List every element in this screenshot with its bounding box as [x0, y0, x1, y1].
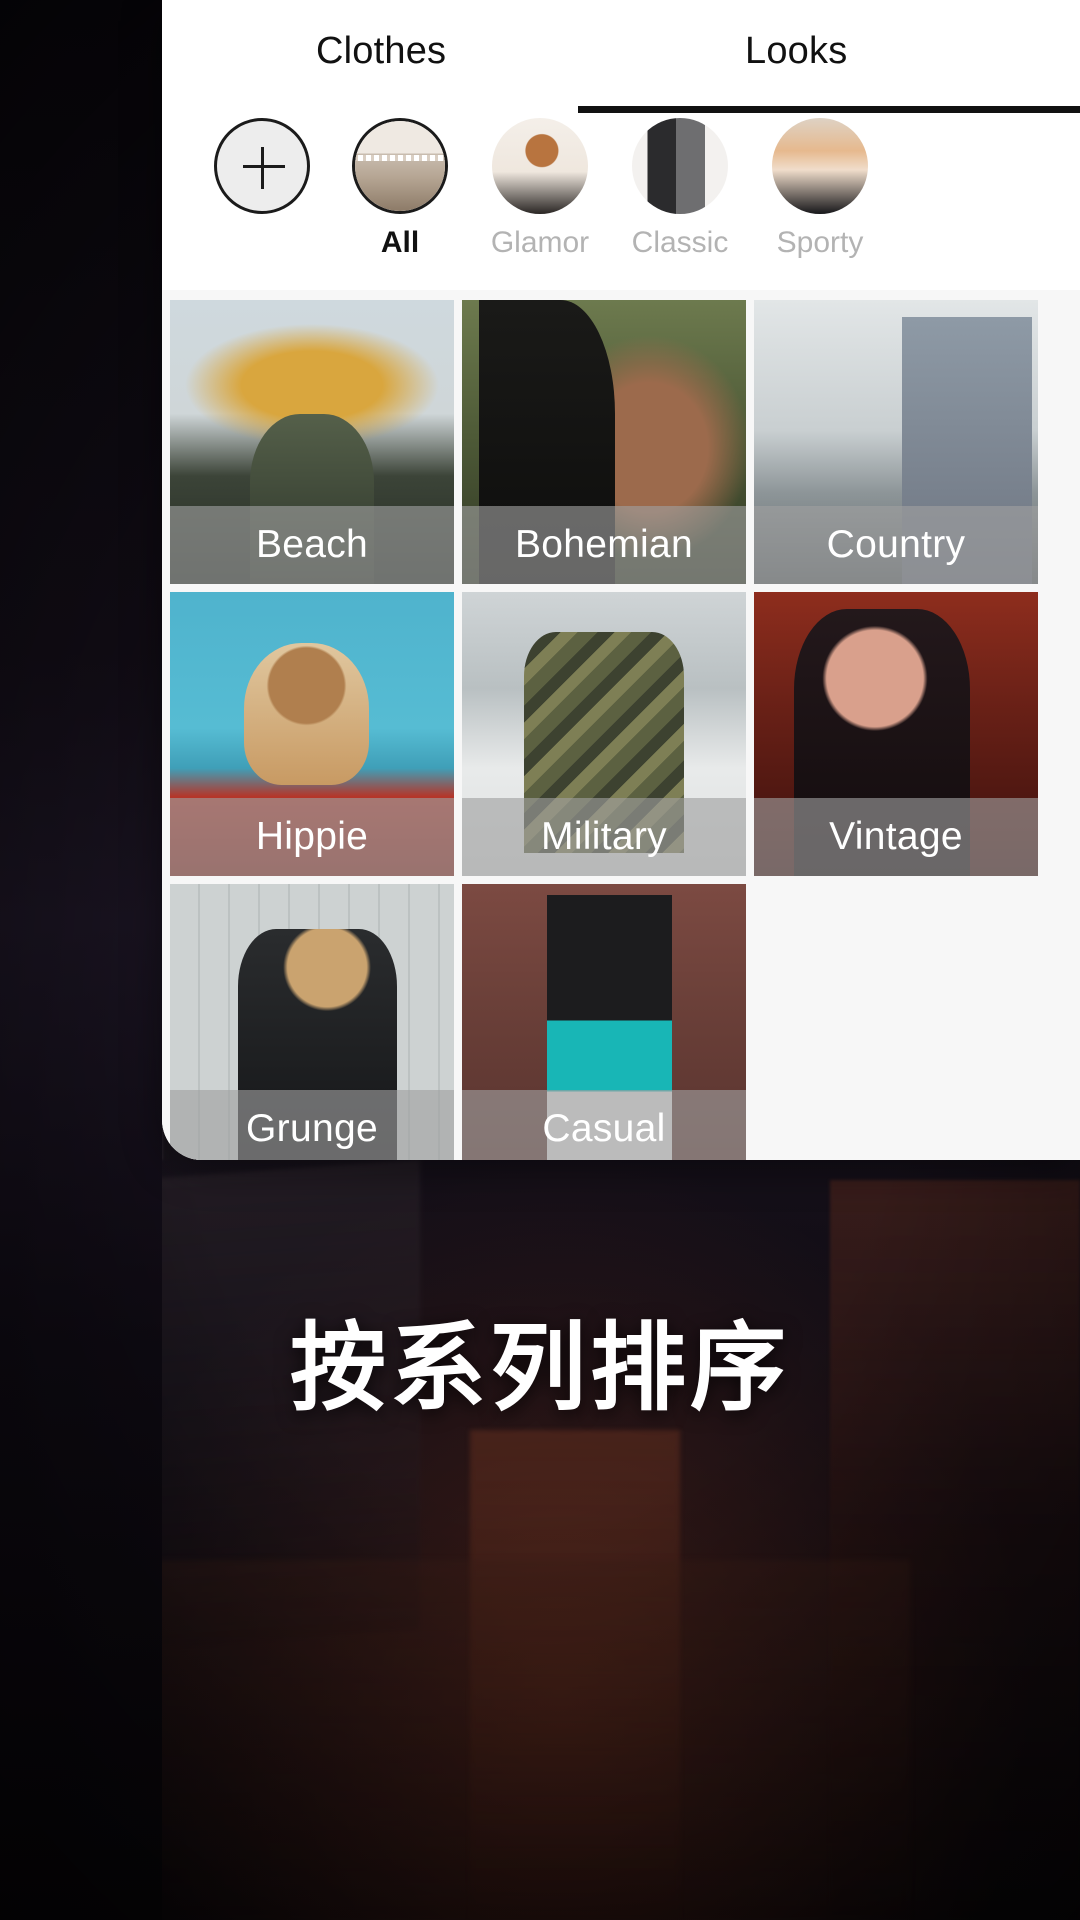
- category-label-all: All: [380, 226, 420, 259]
- look-caption-military: Military: [462, 798, 746, 876]
- classic-thumb-icon[interactable]: [632, 118, 728, 214]
- tab-looks[interactable]: Looks: [745, 30, 847, 73]
- look-tile-grunge[interactable]: Grunge: [170, 884, 454, 1160]
- look-tile-beach[interactable]: Beach: [170, 300, 454, 584]
- look-label-grunge: Grunge: [246, 1107, 378, 1150]
- look-tile-vintage[interactable]: Vintage: [754, 592, 1038, 876]
- look-tile-hippie[interactable]: Hippie: [170, 592, 454, 876]
- look-caption-country: Country: [754, 506, 1038, 584]
- plus-icon[interactable]: [214, 118, 310, 214]
- category-chip-add[interactable]: [188, 118, 336, 226]
- look-tile-military[interactable]: Military: [462, 592, 746, 876]
- look-label-country: Country: [826, 523, 966, 566]
- sporty-thumb-icon[interactable]: [772, 118, 868, 214]
- look-label-casual: Casual: [542, 1107, 666, 1150]
- category-chip-classic[interactable]: Classic: [606, 118, 754, 260]
- look-caption-beach: Beach: [170, 506, 454, 584]
- look-label-hippie: Hippie: [255, 815, 369, 858]
- tab-bar: Clothes Looks: [162, 0, 1080, 118]
- looks-grid-container: Beach Bohemian Country Hippie Military V…: [162, 290, 1080, 1160]
- look-caption-bohemian: Bohemian: [462, 506, 746, 584]
- look-tile-bohemian[interactable]: Bohemian: [462, 300, 746, 584]
- glamor-thumb-icon[interactable]: [492, 118, 588, 214]
- category-chip-sporty[interactable]: Sporty: [746, 118, 894, 260]
- look-label-vintage: Vintage: [829, 815, 963, 858]
- tab-clothes[interactable]: Clothes: [316, 30, 446, 73]
- category-label-classic: Classic: [631, 226, 729, 259]
- look-caption-hippie: Hippie: [170, 798, 454, 876]
- tab-active-indicator: [578, 106, 1080, 113]
- category-chip-glamor[interactable]: Glamor: [466, 118, 614, 260]
- look-tile-casual[interactable]: Casual: [462, 884, 746, 1160]
- look-caption-casual: Casual: [462, 1090, 746, 1160]
- look-tile-placeholder: [754, 884, 1038, 1160]
- clothes-rack-thumb-icon[interactable]: [352, 118, 448, 214]
- look-caption-vintage: Vintage: [754, 798, 1038, 876]
- category-chip-row[interactable]: All Glamor Classic Sporty: [162, 118, 1080, 290]
- look-label-bohemian: Bohemian: [514, 523, 693, 566]
- category-chip-all[interactable]: All: [326, 118, 474, 260]
- look-label-military: Military: [541, 815, 667, 858]
- look-caption-grunge: Grunge: [170, 1090, 454, 1160]
- app-panel: Clothes Looks All Glamor Classic Sporty …: [162, 0, 1080, 1160]
- look-tile-country[interactable]: Country: [754, 300, 1038, 584]
- look-label-beach: Beach: [255, 523, 369, 566]
- looks-grid: Beach Bohemian Country Hippie Military V…: [162, 300, 1080, 1160]
- category-label-glamor: Glamor: [490, 226, 590, 259]
- category-label-sporty: Sporty: [776, 226, 864, 259]
- promo-tagline: 按系列排序: [290, 1312, 790, 1424]
